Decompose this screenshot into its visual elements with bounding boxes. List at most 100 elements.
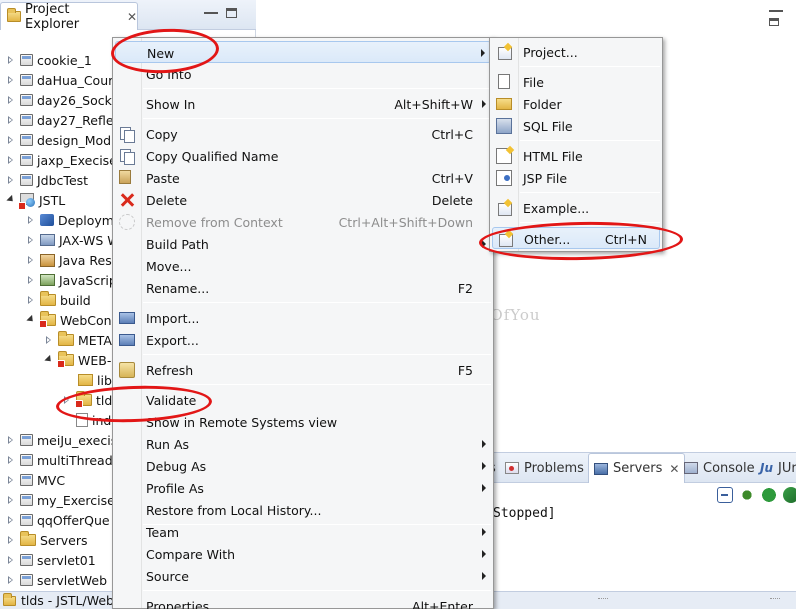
menu-item-team[interactable]: Team [115,521,491,543]
menu-item-import[interactable]: Import... [115,307,491,329]
chevron-right-icon[interactable] [6,95,16,105]
close-icon[interactable]: ✕ [127,10,137,24]
chevron-down-icon[interactable] [44,355,54,365]
chevron-right-icon[interactable] [26,235,36,245]
menu-item-restore-local-history[interactable]: Restore from Local History... [115,499,491,521]
chevron-right-icon[interactable] [26,255,36,265]
menu-item-profile-as[interactable]: Profile As [115,477,491,499]
chevron-down-icon[interactable] [26,315,36,325]
menu-item-show-in-remote-systems[interactable]: Show in Remote Systems view [115,411,491,433]
tree-item-cookie-1[interactable]: cookie_1 [6,50,92,70]
chevron-right-icon[interactable] [6,175,16,185]
tree-item-day27[interactable]: day27_Refle [6,110,114,130]
chevron-down-icon[interactable] [6,195,16,205]
submenu-item-folder[interactable]: Folder [492,93,660,115]
minimize-icon[interactable] [204,6,218,14]
tree-item-my-exercise[interactable]: my_Exercise [6,490,115,510]
chevron-right-icon[interactable] [62,395,72,405]
tree-item-meiju[interactable]: meiJu_execis [6,430,117,450]
tree-item-servlet01[interactable]: servlet01 [6,550,96,570]
tree-item-java-resources[interactable]: Java Res [26,250,112,270]
chevron-right-icon[interactable] [44,335,54,345]
tab-console[interactable]: Console [684,453,755,483]
tree-item-meta-inf[interactable]: META [44,330,112,350]
chevron-right-icon[interactable] [6,575,16,585]
submenu-item-other[interactable]: Other... Ctrl+N [492,227,660,249]
tab-project-explorer[interactable]: Project Explorer ✕ [0,2,138,32]
submenu-item-jsp-file[interactable]: JSP File [492,167,660,189]
chevron-right-icon[interactable] [6,475,16,485]
chevron-right-icon[interactable] [6,535,16,545]
run-icon[interactable] [761,487,777,503]
menu-item-refresh[interactable]: Refresh F5 [115,359,491,381]
tree-item-web-inf[interactable]: WEB- [44,350,111,370]
tree-item-jstl[interactable]: JSTL [6,190,65,210]
chevron-right-icon[interactable] [26,295,36,305]
tree-item-jdbctest[interactable]: JdbcTest [6,170,88,190]
submenu-item-sql-file[interactable]: SQL File [492,115,660,137]
submenu-arrow-icon [482,572,486,580]
chevron-right-icon[interactable] [26,275,36,285]
menu-item-copy[interactable]: Copy Ctrl+C [115,123,491,145]
submenu-item-html-file[interactable]: HTML File [492,145,660,167]
chevron-right-icon[interactable] [6,455,16,465]
chevron-right-icon[interactable] [6,515,16,525]
tab-junit[interactable]: Ju JUr [760,453,796,483]
tree-item-jaxp[interactable]: jaxp_Execise [6,150,117,170]
menu-item-new[interactable]: New [115,41,491,63]
tree-item-dahua-cour[interactable]: daHua_Cour [6,70,113,90]
menu-item-validate[interactable]: Validate [115,389,491,411]
tree-item-servletweb[interactable]: servletWeb [6,570,107,590]
chevron-right-icon[interactable] [6,115,16,125]
tree-item-tlds[interactable]: tld [62,390,112,410]
maximize-icon[interactable] [226,8,237,18]
tree-item-javascript[interactable]: JavaScrip [26,270,117,290]
menu-item-build-path[interactable]: Build Path [115,233,491,255]
menu-item-move[interactable]: Move... [115,255,491,277]
tree-item-build[interactable]: build [26,290,91,310]
profile-icon[interactable] [783,487,796,503]
submenu-item-example[interactable]: Example... [492,197,660,219]
tab-problems[interactable]: Problems [505,453,584,483]
menu-item-delete[interactable]: Delete Delete [115,189,491,211]
menu-item-source[interactable]: Source [115,565,491,587]
debug-icon[interactable] [739,487,755,503]
tree-item-mvc[interactable]: MVC [6,470,65,490]
chevron-right-icon[interactable] [6,495,16,505]
chevron-right-icon[interactable] [6,75,16,85]
menu-item-compare-with[interactable]: Compare With [115,543,491,565]
chevron-right-icon[interactable] [26,215,36,225]
menu-item-go-into[interactable]: Go Into [115,63,491,85]
tree-item-servers[interactable]: Servers [6,530,88,550]
minimize-icon[interactable] [769,4,783,12]
menu-item-properties[interactable]: Properties Alt+Enter [115,595,491,609]
chevron-right-icon[interactable] [6,155,16,165]
tree-item-day26[interactable]: day26_Socke [6,90,119,110]
tree-item-design-mod[interactable]: design_Mod [6,130,111,150]
menu-item-shortcut: Alt+Shift+W [394,97,473,112]
project-icon [20,134,33,146]
tab-servers[interactable]: Servers ✕ [588,453,686,483]
chevron-right-icon[interactable] [6,55,16,65]
tree-item-jaxws[interactable]: JAX-WS W [26,230,120,250]
menu-item-paste[interactable]: Paste Ctrl+V [115,167,491,189]
chevron-right-icon[interactable] [6,435,16,445]
submenu-item-file[interactable]: File [492,71,660,93]
tree-item-qqofferque[interactable]: qqOfferQue [6,510,110,530]
chevron-right-icon[interactable] [6,135,16,145]
collapse-all-icon[interactable] [717,487,733,503]
maximize-icon[interactable] [769,18,779,26]
tree-item-lib[interactable]: lib [64,370,112,390]
menu-item-run-as[interactable]: Run As [115,433,491,455]
tree-item-multithread[interactable]: multiThread [6,450,113,470]
submenu-item-project[interactable]: Project... [492,41,660,63]
menu-item-rename[interactable]: Rename... F2 [115,277,491,299]
menu-item-copy-qualified-name[interactable]: Copy Qualified Name [115,145,491,167]
menu-item-debug-as[interactable]: Debug As [115,455,491,477]
menu-item-show-in[interactable]: Show In Alt+Shift+W [115,93,491,115]
close-icon[interactable]: ✕ [669,462,679,476]
chevron-right-icon[interactable] [6,555,16,565]
tree-item-webcontent[interactable]: WebCon [26,310,112,330]
tree-item-deployment[interactable]: Deploym [26,210,114,230]
menu-item-export[interactable]: Export... [115,329,491,351]
